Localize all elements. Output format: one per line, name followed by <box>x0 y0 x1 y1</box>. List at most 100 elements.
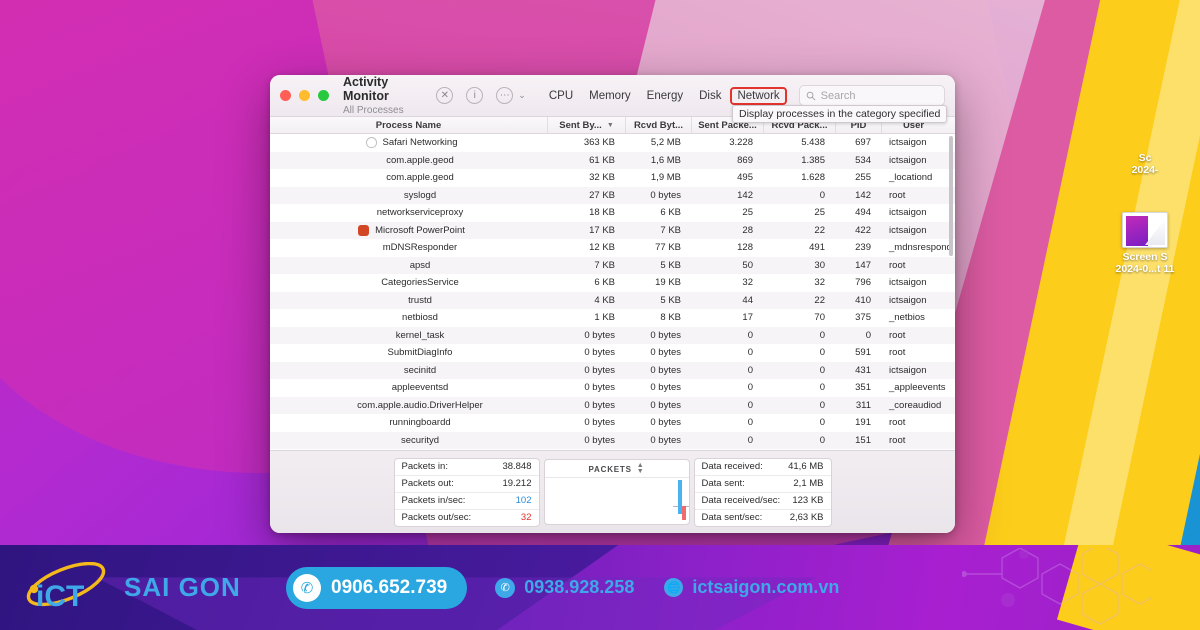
packets-graph[interactable]: PACKETS ▲ ▼ <box>543 459 690 525</box>
vertical-scrollbar[interactable] <box>949 136 953 256</box>
cell-sent-bytes: 32 KB <box>589 172 615 184</box>
cell-sent-packets: 0 <box>747 434 753 446</box>
toolbar-icon-group[interactable]: ✕ i ⋯ ⌄ <box>436 87 526 104</box>
process-name-text: secinitd <box>403 364 437 376</box>
cell-user: root <box>889 189 906 201</box>
sort-descending-icon: ▼ <box>606 121 614 129</box>
window-title-block: Activity Monitor All Processes <box>343 75 436 116</box>
tab-cpu[interactable]: CPU <box>542 87 580 105</box>
ict-saigon-logo-mark: iCT <box>22 561 114 614</box>
table-row[interactable]: mDNSResponder 12 KB 77 KB 128 491 239 _mdnsres… <box>270 239 955 257</box>
cell-process-name: syslogd <box>270 187 547 205</box>
website-item[interactable]: 🌐 ictsaigon.com.vn <box>664 577 839 598</box>
table-row[interactable]: Microsoft PowerPoint 17 KB 7 KB 28 22 422 icts… <box>270 221 955 239</box>
table-row[interactable]: SubmitDiagInfo 0 bytes 0 bytes 0 0 591 root <box>270 344 955 362</box>
table-row[interactable]: networkserviceproxy 18 KB 6 KB 25 25 494 ictsa… <box>270 204 955 222</box>
cell-sent-bytes: 17 KB <box>589 224 615 236</box>
window-titlebar[interactable]: Activity Monitor All Processes ✕ i ⋯ ⌄ C… <box>270 75 955 123</box>
column-header-rcvd-bytes[interactable]: Rcvd Byt... <box>625 117 691 133</box>
column-header-process-name[interactable]: Process Name <box>270 117 547 133</box>
cell-rcvd-bytes: 77 KB <box>655 242 681 254</box>
data-stat-value: 123 KB <box>792 495 824 506</box>
tab-disk[interactable]: Disk <box>692 87 728 105</box>
table-row[interactable]: CategoriesService 6 KB 19 KB 32 32 796 ictsaig… <box>270 274 955 292</box>
svg-text:iCT: iCT <box>36 580 84 613</box>
cell-sent-packets: 0 <box>747 329 753 341</box>
tab-network[interactable]: Network <box>730 86 787 105</box>
process-icon-placeholder <box>391 295 402 306</box>
table-row[interactable]: appleeventsd 0 bytes 0 bytes 0 0 351 _appleeve… <box>270 379 955 397</box>
cell-rcvd-packets: 1.628 <box>801 172 825 184</box>
table-row[interactable]: trustd 4 KB 5 KB 44 22 410 ictsaigon <box>270 291 955 309</box>
column-header-sent-bytes[interactable]: Sent By... ▼ <box>547 117 625 133</box>
desktop-file-1-label-line1: Sc <box>1138 152 1152 164</box>
search-input[interactable]: Search <box>798 85 945 106</box>
chevron-down-icon[interactable]: ⌄ <box>518 90 526 101</box>
table-row[interactable]: secinitd 0 bytes 0 bytes 0 0 431 ictsaigon <box>270 361 955 379</box>
process-icon-placeholder <box>384 435 395 446</box>
table-row[interactable]: com.apple.geod 61 KB 1,6 MB 869 1.385 534 icts… <box>270 151 955 169</box>
cell-rcvd-packets: 22 <box>814 294 825 306</box>
category-tab-bar[interactable]: CPU Memory Energy Disk Network <box>542 86 787 105</box>
column-header-sent-bytes-label: Sent By... <box>559 119 602 131</box>
cell-sent-packets: 128 <box>737 242 753 254</box>
process-icon-placeholder <box>385 312 396 323</box>
cell-process-name: kernel_task <box>270 327 547 345</box>
inspect-process-icon[interactable]: i <box>466 87 484 104</box>
desktop-file-2[interactable]: Screen S 2024-0...t 11 <box>1090 212 1200 275</box>
table-row[interactable]: com.apple.audio.DriverHelper 0 bytes 0 byt… <box>270 396 955 415</box>
desktop-file-2-label-line2: 2024-0...t 11 <box>1115 263 1175 275</box>
cell-user: ictsaigon <box>889 224 927 236</box>
activity-monitor-window[interactable]: Activity Monitor All Processes ✕ i ⋯ ⌄ C… <box>270 75 955 533</box>
cell-rcvd-bytes: 5 KB <box>660 259 681 271</box>
table-row[interactable]: securityd 0 bytes 0 bytes 0 0 151 root <box>270 431 955 450</box>
cell-sent-packets: 0 <box>747 364 753 376</box>
window-controls[interactable] <box>280 90 329 101</box>
stop-process-icon[interactable]: ✕ <box>436 87 454 104</box>
cell-sent-packets: 17 <box>742 312 753 324</box>
tab-memory[interactable]: Memory <box>582 87 638 105</box>
cell-rcvd-packets: 70 <box>814 312 825 324</box>
table-row[interactable]: Safari Networking 363 KB 5,2 MB 3.228 5.438 6… <box>270 134 955 152</box>
cell-user: root <box>889 329 906 341</box>
packet-stat-label: Packets in/sec: <box>401 495 466 506</box>
process-icon-placeholder <box>375 382 386 393</box>
process-name-text: com.apple.audio.DriverHelper <box>357 399 483 411</box>
process-name-text: Safari Networking <box>382 137 458 149</box>
orbit-logo-icon: iCT <box>26 561 106 613</box>
tab-energy[interactable]: Energy <box>640 87 690 105</box>
table-row[interactable]: com.apple.geod 32 KB 1,9 MB 495 1.628 255 _loc… <box>270 169 955 187</box>
cell-pid: 311 <box>855 399 871 411</box>
close-button[interactable] <box>280 90 291 101</box>
phone-secondary-item[interactable]: ✆ 0938.928.258 <box>495 577 634 598</box>
data-stat-label: Data received/sec: <box>701 495 781 506</box>
table-row[interactable]: syslogd 27 KB 0 bytes 142 0 142 root <box>270 186 955 205</box>
cell-sent-packets: 32 <box>742 277 753 289</box>
cell-process-name: SubmitDiagInfo <box>270 344 547 362</box>
cell-sent-bytes: 4 KB <box>594 294 615 306</box>
process-table-body[interactable]: Safari Networking 363 KB 5,2 MB 3.228 5.438 6… <box>270 134 955 450</box>
stepper-up-down-icon[interactable]: ▲ ▼ <box>637 462 645 475</box>
process-name-text: apsd <box>409 259 431 271</box>
cell-pid: 422 <box>855 224 871 236</box>
cell-process-name: securityd <box>270 432 547 450</box>
desktop-file-1[interactable]: Sc 2024- <box>1090 152 1200 176</box>
table-row[interactable]: apsd 7 KB 5 KB 50 30 147 root <box>270 256 955 274</box>
table-row[interactable]: netbiosd 1 KB 8 KB 17 70 375 _netbios <box>270 309 955 327</box>
process-name-text: appleeventsd <box>391 382 449 394</box>
table-row[interactable]: runningboardd 0 bytes 0 bytes 0 0 191 root <box>270 414 955 432</box>
data-stat-row: Data sent/sec: 2,63 KB <box>695 510 831 526</box>
zoom-button[interactable] <box>318 90 329 101</box>
cell-sent-bytes: 363 KB <box>583 137 615 149</box>
packets-graph-header[interactable]: PACKETS ▲ ▼ <box>544 460 689 478</box>
options-icon[interactable]: ⋯ <box>496 87 514 104</box>
cell-pid: 431 <box>855 364 871 376</box>
phone-primary-button[interactable]: ✆ 0906.652.739 <box>286 566 468 609</box>
process-icon-placeholder <box>366 242 377 253</box>
table-row[interactable]: kernel_task 0 bytes 0 bytes 0 0 0 root <box>270 326 955 345</box>
cell-process-name: com.apple.audio.DriverHelper <box>270 397 547 415</box>
minimize-button[interactable] <box>299 90 310 101</box>
process-icon-placeholder <box>369 172 380 183</box>
cell-sent-bytes: 27 KB <box>589 189 615 201</box>
cell-user: ictsaigon <box>889 294 927 306</box>
